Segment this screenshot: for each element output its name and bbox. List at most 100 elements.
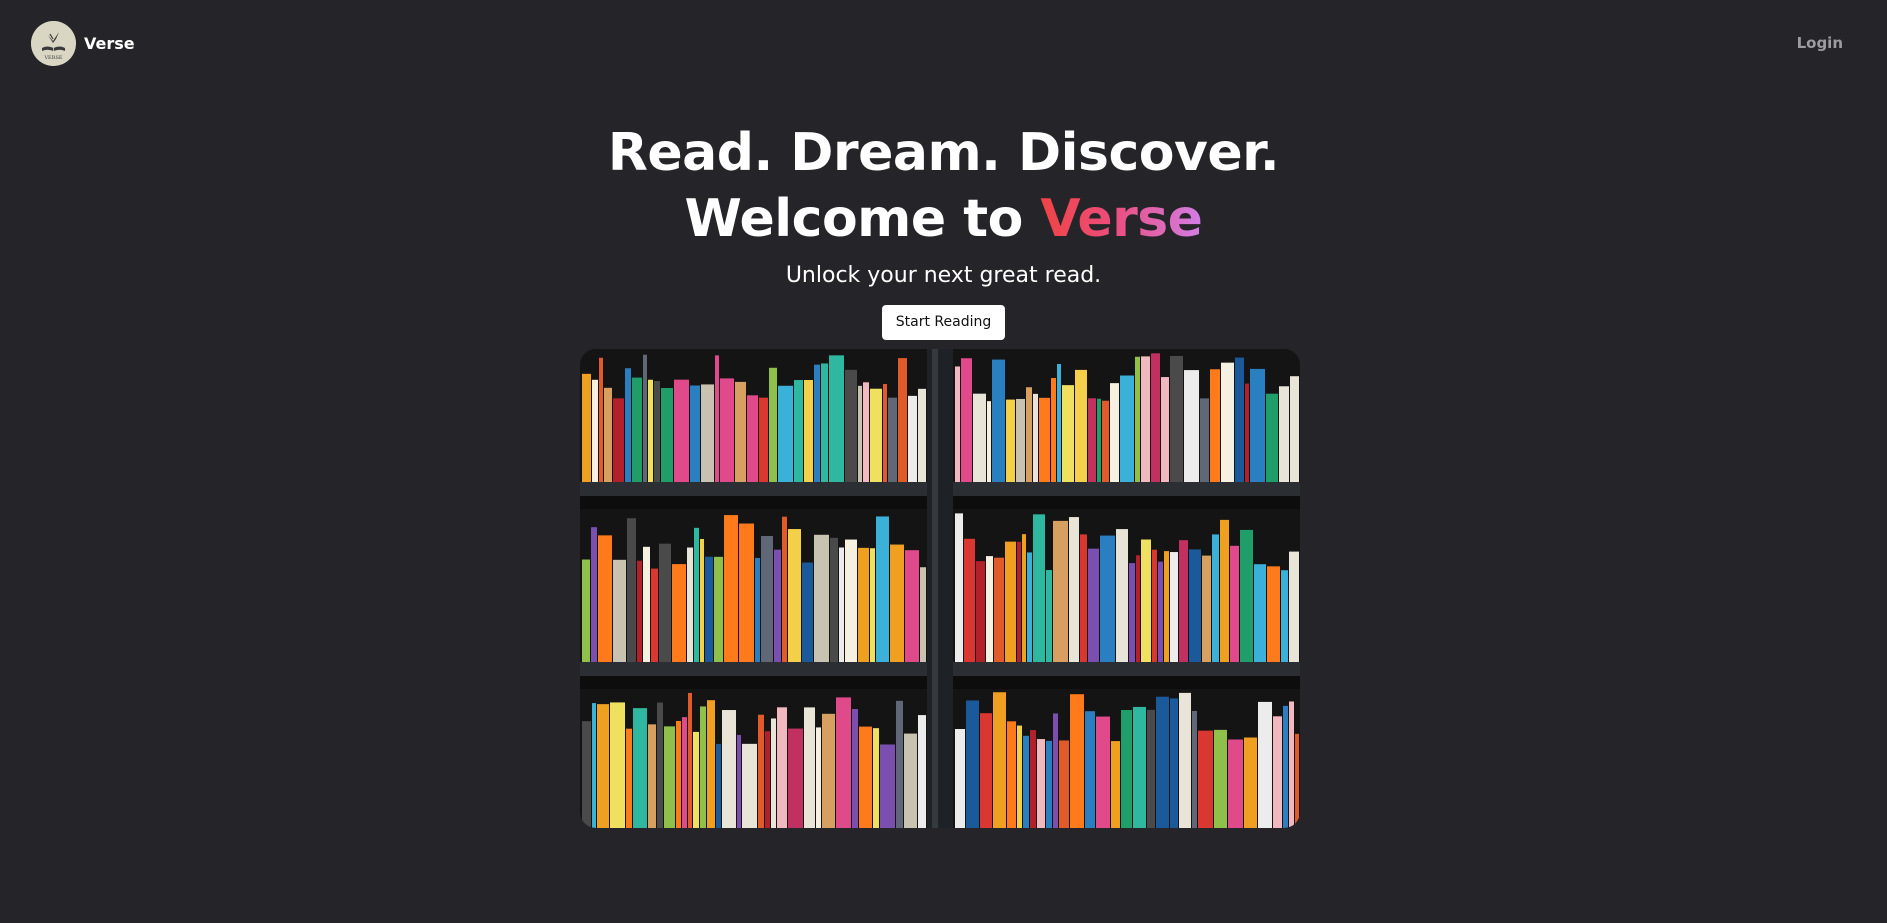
book-spine (599, 357, 603, 482)
book-spine (918, 715, 926, 828)
book-spine (1258, 701, 1272, 828)
book-spine (821, 363, 828, 482)
book-spine (591, 527, 597, 662)
book-spine (627, 518, 636, 662)
book-spine (626, 728, 632, 828)
book-spine (737, 734, 741, 828)
login-link[interactable]: Login (1797, 34, 1843, 52)
book-spine (1016, 398, 1025, 482)
book-spine (682, 717, 687, 828)
book-spine (986, 556, 993, 662)
book-spine (1279, 386, 1289, 482)
book-spine (888, 397, 897, 482)
open-book-bird-icon: VERSE (31, 21, 76, 66)
book-spine (637, 560, 642, 662)
book-spine (1096, 716, 1110, 828)
book-spine (625, 368, 631, 482)
landing-page: VERSE Verse Login Read. Dream. Discover.… (0, 0, 1887, 923)
book-spine (661, 388, 673, 482)
book-spine (1088, 398, 1096, 482)
book-spine (976, 561, 985, 662)
book-spine (1192, 710, 1197, 828)
book-spine (896, 700, 903, 828)
book-spine (1266, 393, 1278, 482)
book-spine (592, 703, 596, 828)
book-spine (651, 568, 658, 662)
book-spine (742, 743, 757, 828)
book-spine (1230, 545, 1239, 662)
book-spine (1007, 721, 1016, 828)
book-spine (1027, 552, 1032, 662)
book-spine (845, 539, 857, 662)
book-spine (1053, 713, 1058, 828)
book-spine (876, 516, 889, 662)
book-spine (1057, 363, 1061, 482)
book-spine (761, 535, 773, 662)
book-spine (920, 567, 926, 662)
book-spine (724, 515, 738, 662)
book-spine (701, 384, 714, 482)
book-spine (1033, 393, 1038, 482)
book-spine (1289, 701, 1294, 828)
hero-headline: Read. Dream. Discover. Welcome to Verse (0, 120, 1887, 252)
book-spine (964, 538, 975, 662)
book-spine (1273, 716, 1282, 828)
start-reading-button[interactable]: Start Reading (881, 305, 1006, 340)
book-spine (870, 388, 882, 482)
book-spine (1133, 706, 1146, 828)
book-spine (657, 702, 663, 828)
book-spine (1046, 740, 1052, 828)
book-spine (604, 387, 612, 482)
book-spine (987, 401, 991, 482)
book-spine (1022, 534, 1026, 662)
book-spine (858, 547, 869, 662)
book-spine (716, 743, 721, 828)
book-spine (1164, 551, 1169, 662)
book-spine (839, 547, 844, 662)
book-spine (905, 550, 919, 662)
book-spine (597, 704, 609, 828)
book-spine (694, 527, 699, 662)
book-spine (1281, 570, 1288, 662)
book-spine (582, 373, 591, 482)
book-spine (1189, 549, 1201, 662)
book-spine (693, 731, 699, 828)
book-spine (908, 395, 917, 482)
book-spine (1245, 383, 1249, 482)
svg-text:VERSE: VERSE (43, 55, 62, 61)
book-spine (794, 380, 803, 482)
book-spine (980, 713, 992, 828)
book-spine (765, 731, 770, 828)
book-spine (659, 543, 671, 662)
book-spine (1170, 552, 1178, 662)
book-spine (1228, 739, 1243, 828)
book-spine (1046, 570, 1052, 662)
book-spine (1110, 383, 1119, 482)
book-spine (688, 692, 692, 828)
book-spine (1135, 356, 1140, 482)
brand-home-link[interactable]: VERSE Verse (31, 21, 135, 66)
book-spine (804, 707, 815, 828)
book-spine (1116, 529, 1128, 662)
book-spine (1005, 541, 1016, 662)
book-spine (814, 534, 829, 662)
book-spine (961, 358, 972, 482)
book-spine (1250, 368, 1265, 482)
book-spine (654, 381, 660, 482)
book-spine (788, 728, 803, 828)
bookshelf-illustration (580, 349, 1300, 828)
book-spine (674, 379, 689, 482)
hero-subtitle: Unlock your next great read. (785, 263, 1102, 288)
book-spine (582, 721, 591, 828)
book-spine (774, 549, 781, 662)
book-spine (1069, 517, 1079, 662)
book-spine (676, 720, 681, 828)
book-spine (1147, 709, 1155, 828)
book-spine (782, 516, 787, 662)
book-spine (1051, 378, 1056, 482)
book-spine (1295, 733, 1299, 828)
book-spine (1062, 385, 1074, 482)
book-spine (714, 556, 723, 662)
book-spine (852, 708, 858, 828)
book-spine (788, 529, 801, 662)
